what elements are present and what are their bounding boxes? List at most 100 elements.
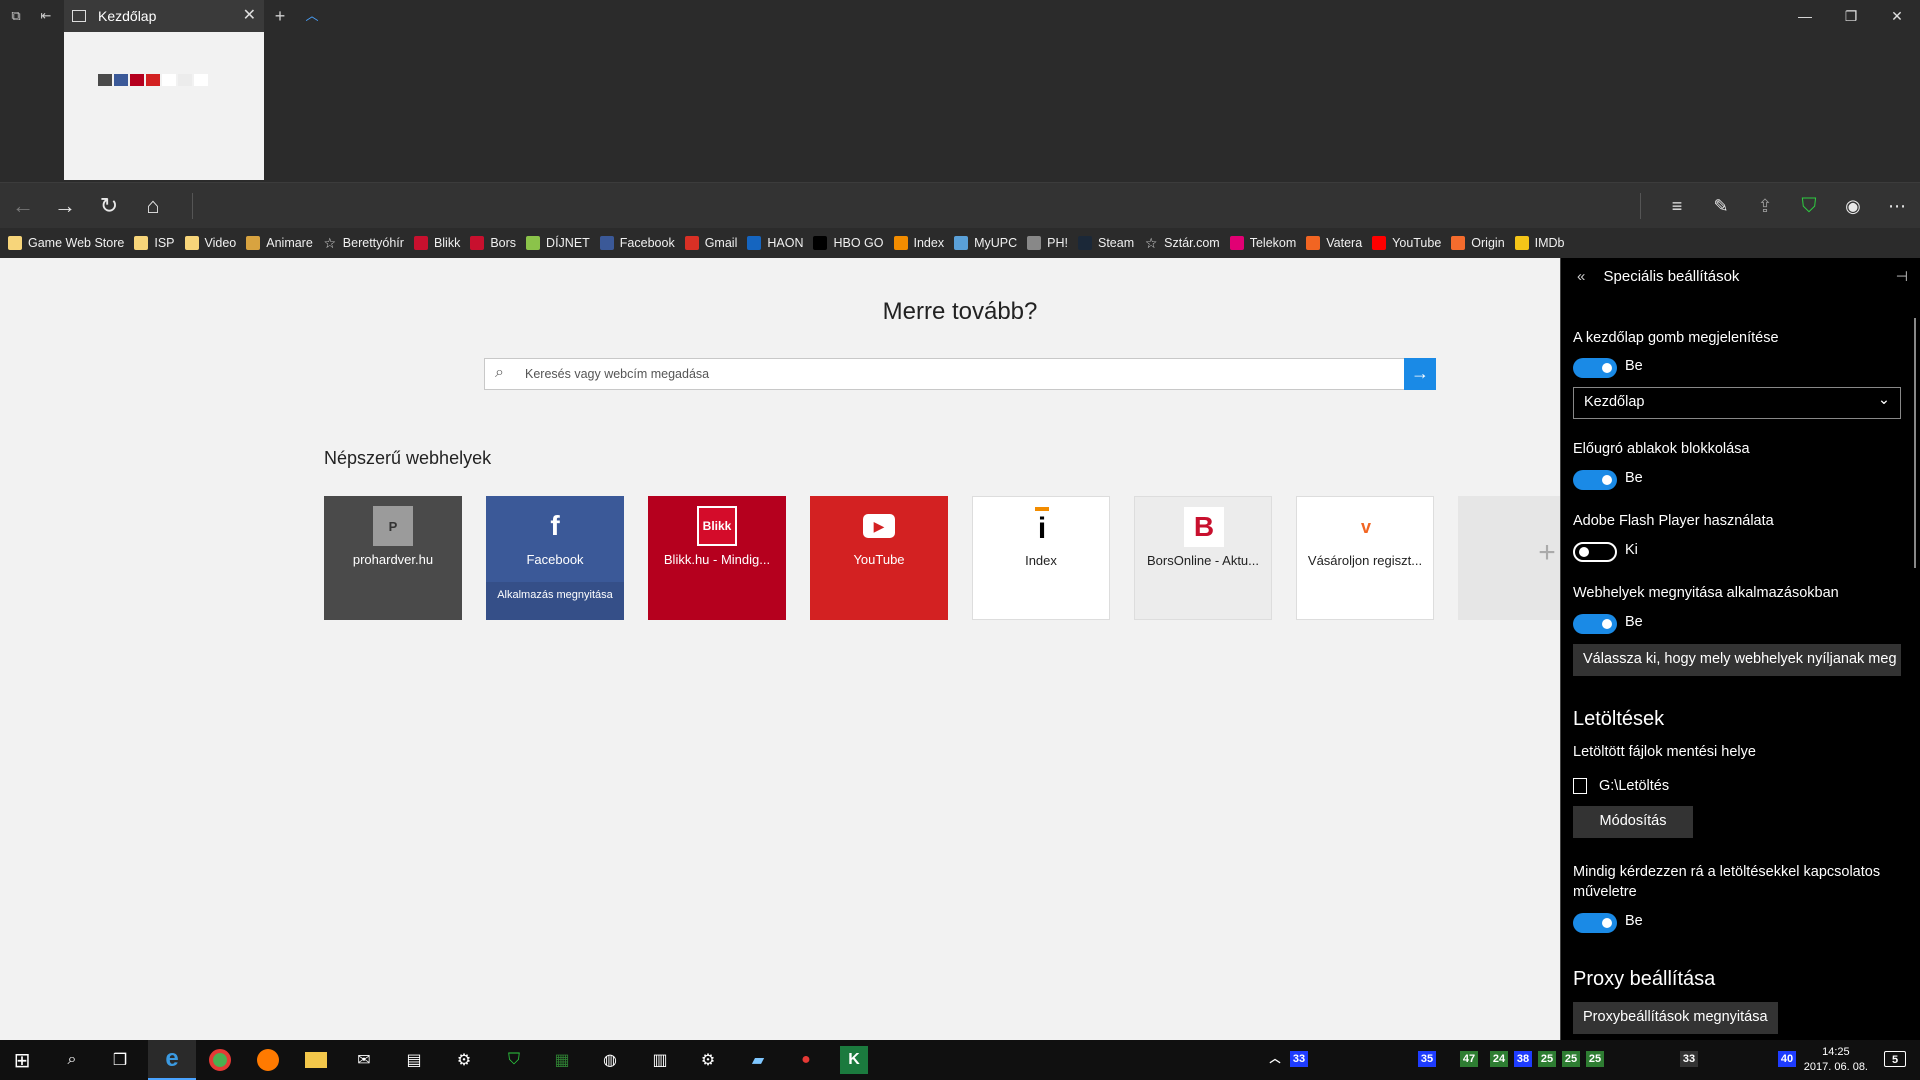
spreadsheet-icon[interactable]: ▦ (548, 1046, 576, 1074)
hub-icon[interactable]: ≡ (1662, 191, 1692, 221)
tray-indicator[interactable]: 25 (1562, 1051, 1580, 1067)
kaspersky-icon[interactable]: K (840, 1046, 868, 1074)
tray-indicator[interactable]: 33 (1680, 1051, 1698, 1067)
open-app-link[interactable]: Alkalmazás megnyitása (486, 582, 624, 620)
edge-icon[interactable]: e (148, 1040, 196, 1080)
start-icon[interactable]: ⊞ (8, 1046, 36, 1074)
security-shield-icon[interactable]: ⛉ (500, 1046, 528, 1074)
favorite-item[interactable]: Game Web Store (8, 236, 124, 250)
tray-indicator[interactable]: 25 (1538, 1051, 1556, 1067)
search-box[interactable]: ⌕ Keresés vagy webcím megadása → (484, 358, 1436, 390)
facebook-icon (599, 236, 614, 250)
origin-icon (1451, 236, 1466, 250)
restore-button[interactable]: ❐ (1828, 4, 1874, 28)
top-site-tile[interactable]: i Index (972, 496, 1110, 620)
calculator-icon[interactable]: ▥ (646, 1046, 674, 1074)
tray-indicator[interactable]: 35 (1418, 1051, 1436, 1067)
go-arrow-button[interactable]: → (1404, 358, 1436, 390)
top-site-tile[interactable]: Blikk Blikk.hu - Mindig... (648, 496, 786, 620)
favorite-item[interactable]: Facebook (599, 236, 675, 250)
mail-icon[interactable]: ✉ (350, 1046, 378, 1074)
favorite-item[interactable]: Gmail (684, 236, 737, 250)
favorite-item[interactable]: Origin (1451, 236, 1505, 250)
choose-sites-button[interactable]: Válassza ki, hogy mely webhelyek nyíljan… (1573, 644, 1901, 676)
firefox-icon[interactable] (254, 1046, 282, 1074)
tray-indicator[interactable]: 24 (1490, 1051, 1508, 1067)
favorite-item[interactable]: YouTube (1372, 236, 1441, 250)
favorite-item[interactable]: Telekom (1229, 236, 1296, 250)
show-hidden-icons[interactable]: ︿ (1268, 1051, 1282, 1067)
favorite-item[interactable]: MyUPC (954, 236, 1017, 250)
tray-indicator[interactable]: 33 (1290, 1051, 1308, 1067)
flash-toggle[interactable] (1573, 542, 1617, 562)
chrome-icon[interactable] (206, 1046, 234, 1074)
tabs-aside-icon[interactable]: ⧉ (6, 6, 26, 26)
top-site-tile[interactable]: Pprohardver.hu (324, 496, 462, 620)
favorite-item[interactable]: PH! (1027, 236, 1068, 250)
downloads-title: Letöltések (1573, 708, 1665, 730)
new-tab-icon[interactable]: + (270, 6, 290, 26)
favorite-item[interactable]: IMDb (1514, 236, 1565, 250)
favorite-item[interactable]: ☆ Berettyóhír (323, 235, 404, 251)
ask-state: Be (1625, 913, 1643, 929)
apps-toggle[interactable] (1573, 614, 1617, 634)
search-icon[interactable]: ⌕ (58, 1046, 86, 1074)
favorite-item[interactable]: ISP (134, 236, 175, 250)
favorite-item[interactable]: Steam (1078, 236, 1134, 250)
notes-icon[interactable]: ▰ (744, 1046, 772, 1074)
shield-icon[interactable]: ⛉ (1794, 191, 1824, 221)
chevron-up-icon[interactable]: ︿ (302, 6, 322, 26)
favorite-item[interactable]: Vatera (1306, 236, 1362, 250)
tray-indicator[interactable]: 47 (1460, 1051, 1478, 1067)
extension-icon[interactable]: ◉ (1838, 191, 1868, 221)
proxy-button[interactable]: Proxybeállítások megnyitása (1573, 1002, 1778, 1034)
set-aside-icon[interactable]: ⇤ (36, 6, 56, 26)
top-site-tile[interactable]: B BorsOnline - Aktu... (1134, 496, 1272, 620)
favorite-item[interactable]: Video (184, 236, 236, 250)
change-button[interactable]: Módosítás (1573, 806, 1693, 838)
favorite-item[interactable]: Blikk (413, 236, 460, 250)
home-button-toggle[interactable] (1573, 358, 1617, 378)
back-chevron-icon[interactable]: « (1577, 268, 1585, 285)
close-icon[interactable]: ✕ (243, 0, 256, 32)
close-window-button[interactable]: ✕ (1874, 4, 1920, 28)
home-icon[interactable]: ⌂ (138, 191, 168, 221)
scrollbar[interactable] (1914, 318, 1916, 568)
clock[interactable]: 14:25 2017. 06. 08. (1804, 1045, 1868, 1075)
file-explorer-icon[interactable] (302, 1046, 330, 1074)
favorite-item[interactable]: Animare (246, 236, 313, 250)
tray-indicator[interactable]: 38 (1514, 1051, 1532, 1067)
favorite-item[interactable]: Bors (470, 236, 516, 250)
forward-icon[interactable]: → (50, 191, 80, 221)
favorite-item[interactable]: Index (893, 236, 944, 250)
favorite-item[interactable]: HBO GO (813, 236, 884, 250)
tray-indicator[interactable]: 40 (1778, 1051, 1796, 1067)
steam-icon[interactable]: ⚙ (450, 1046, 478, 1074)
pin-icon[interactable]: ⊣ (1896, 268, 1908, 285)
back-icon[interactable]: ← (8, 191, 38, 221)
home-page-select[interactable]: Kezdőlap ⌄ (1573, 387, 1901, 419)
tab-home[interactable]: Kezdőlap ✕ (64, 0, 264, 32)
refresh-icon[interactable]: ↻ (94, 191, 124, 221)
favorite-item[interactable]: HAON (747, 236, 803, 250)
settings-icon[interactable]: ⚙ (694, 1046, 722, 1074)
tray-indicator[interactable]: 25 (1586, 1051, 1604, 1067)
top-site-tile[interactable]: f Facebook Alkalmazás megnyitása (486, 496, 624, 620)
notification-center-icon[interactable]: 5 (1884, 1051, 1906, 1067)
ask-toggle[interactable] (1573, 913, 1617, 933)
vpn-icon[interactable]: ◍ (596, 1046, 624, 1074)
tab-preview[interactable] (64, 32, 264, 180)
favorite-item[interactable]: ☆ Sztár.com (1144, 235, 1220, 251)
add-site-tile[interactable]: + (1458, 496, 1560, 620)
game-icon[interactable]: ● (792, 1046, 820, 1074)
minimize-button[interactable]: — (1782, 4, 1828, 28)
top-site-tile[interactable]: v Vásároljon regiszt... (1296, 496, 1434, 620)
share-icon[interactable]: ⇪ (1750, 191, 1780, 221)
more-icon[interactable]: ⋯ (1882, 191, 1912, 221)
web-note-icon[interactable]: ✎ (1706, 191, 1736, 221)
favorite-item[interactable]: DÍJNET (526, 236, 590, 250)
top-site-tile[interactable]: ▶ YouTube (810, 496, 948, 620)
network-app-icon[interactable]: ▤ (400, 1046, 428, 1074)
popup-toggle[interactable] (1573, 470, 1617, 490)
task-view-icon[interactable]: ❒ (106, 1046, 134, 1074)
